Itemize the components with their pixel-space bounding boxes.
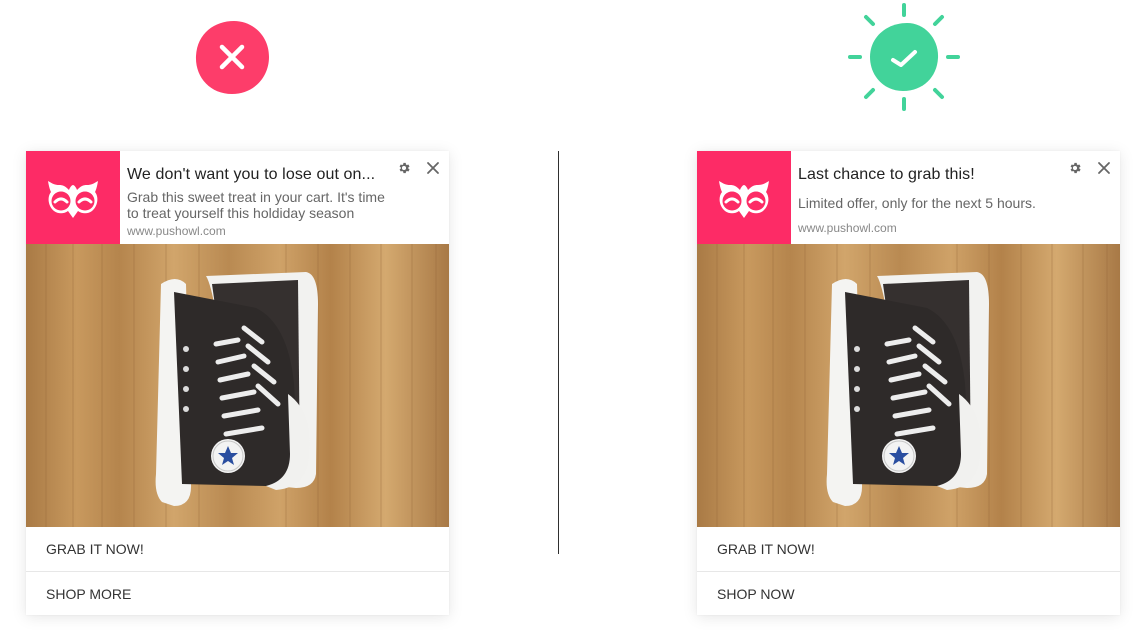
action-button-shop-more[interactable]: SHOP MORE — [26, 571, 449, 616]
brand-logo — [26, 151, 120, 244]
notification-body: Limited offer, only for the next 5 hours… — [798, 195, 1036, 211]
notification-header: We don't want you to lose out on... Grab… — [26, 151, 449, 244]
notification-body: Grab this sweet treat in your cart. It's… — [127, 189, 385, 221]
hero-image — [26, 244, 449, 527]
gear-icon[interactable] — [1068, 161, 1082, 175]
good-example-marker — [845, 2, 963, 112]
bad-example-marker — [194, 19, 270, 95]
notification-site: www.pushowl.com — [798, 221, 897, 235]
brand-logo — [697, 151, 791, 244]
close-icon[interactable] — [1096, 160, 1112, 176]
sneakers-image — [26, 244, 449, 527]
check-icon — [848, 3, 960, 111]
notification-card-bad[interactable]: We don't want you to lose out on... Grab… — [26, 151, 449, 615]
notification-title: Last chance to grab this! — [798, 166, 975, 183]
owl-logo-icon — [48, 181, 98, 218]
hero-image — [697, 244, 1120, 527]
comparison-divider — [558, 151, 559, 554]
notification-card-good[interactable]: Last chance to grab this! Limited offer,… — [697, 151, 1120, 615]
notification-title: We don't want you to lose out on... — [127, 166, 376, 183]
notification-site: www.pushowl.com — [127, 224, 226, 238]
notification-header: Last chance to grab this! Limited offer,… — [697, 151, 1120, 244]
action-button-grab[interactable]: GRAB IT NOW! — [697, 527, 1120, 571]
action-button-grab[interactable]: GRAB IT NOW! — [26, 527, 449, 571]
action-button-shop-now[interactable]: SHOP NOW — [697, 571, 1120, 616]
gear-icon[interactable] — [397, 161, 411, 175]
close-icon[interactable] — [425, 160, 441, 176]
owl-logo-icon — [719, 181, 769, 218]
x-icon — [195, 21, 269, 94]
sneakers-image — [697, 244, 1120, 527]
